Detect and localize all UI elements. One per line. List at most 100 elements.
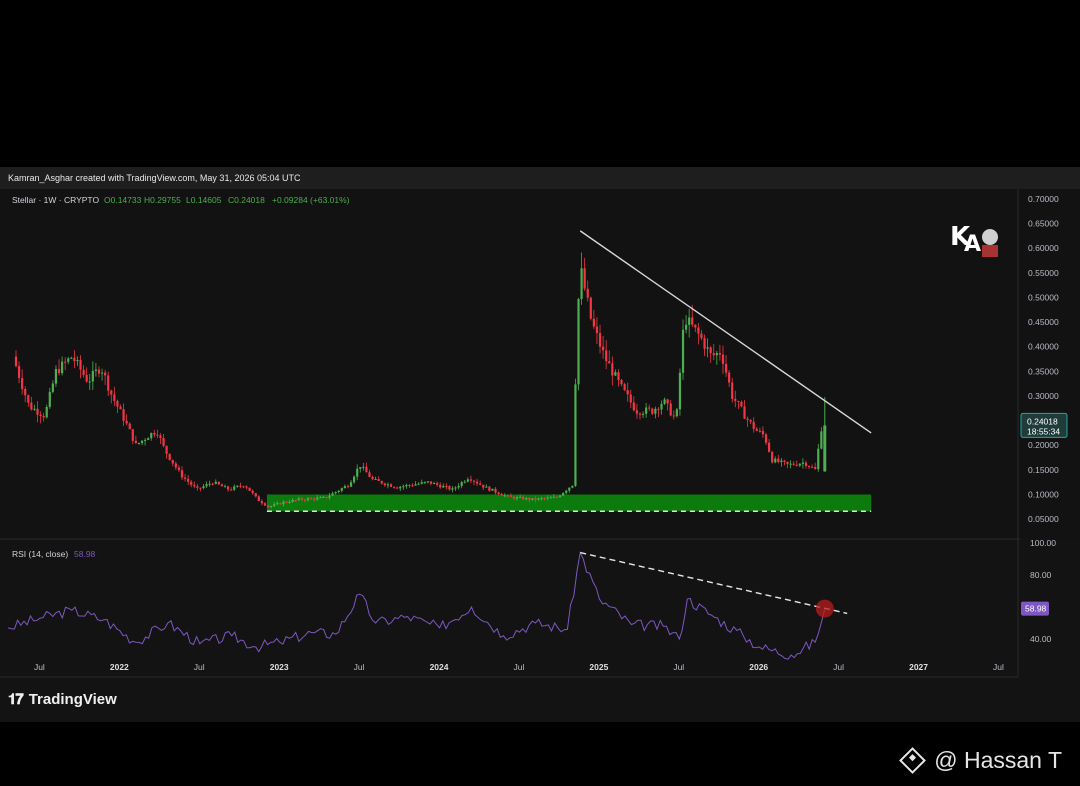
candle-body	[546, 497, 549, 499]
candle-body	[399, 486, 402, 489]
candle-body	[503, 495, 506, 497]
candle-body	[389, 484, 393, 487]
candle-body	[33, 408, 36, 410]
candle-body	[226, 486, 230, 490]
candle-body	[402, 486, 405, 488]
candle-body	[448, 486, 451, 490]
legend-item: Stellar · 1W · CRYPTO	[12, 195, 99, 205]
candle-body	[439, 484, 442, 488]
candle-body	[97, 369, 101, 374]
candle-body	[460, 482, 463, 487]
candle-body	[540, 498, 543, 500]
candle-body	[469, 479, 473, 481]
candle-body	[466, 479, 469, 482]
svg-text:A: A	[964, 232, 981, 257]
candle-body	[211, 483, 214, 485]
candle-body	[147, 438, 150, 440]
candle-body	[291, 499, 294, 503]
rsi-value: 58.98	[74, 549, 96, 559]
candle-body	[724, 363, 728, 373]
time-axis-tick: 2026	[749, 662, 768, 672]
candle-body	[574, 384, 577, 486]
candle-body	[260, 501, 264, 504]
candle-body	[353, 476, 356, 483]
price-badge-value: 0.24018	[1027, 416, 1058, 426]
time-axis-tick: Jul	[194, 662, 205, 672]
price-axis-tick: 0.50000	[1028, 292, 1059, 302]
candle-body	[328, 495, 331, 498]
price-axis-tick: 0.10000	[1028, 490, 1059, 500]
candle-body	[436, 483, 439, 485]
candle-body	[635, 410, 639, 414]
candle-body	[17, 366, 21, 379]
chart-canvas[interactable]: Stellar · 1W · CRYPTO O0.14733 H0.29755 L0.…	[0, 167, 1080, 722]
price-axis-tick: 0.65000	[1028, 218, 1059, 228]
candle-body	[233, 486, 236, 490]
candle-body	[131, 429, 134, 441]
candle-body	[688, 317, 691, 325]
candle-body	[737, 400, 740, 402]
candle-body	[322, 496, 325, 498]
rsi-axis-tick: 80.00	[1030, 570, 1052, 580]
candle-body	[297, 498, 300, 500]
time-axis-tick: Jul	[993, 662, 1004, 672]
candle-body	[165, 445, 168, 454]
candle-body	[463, 481, 466, 483]
candle-body	[580, 268, 583, 299]
candle-body	[651, 408, 654, 414]
candle-body	[475, 481, 479, 484]
rsi-label: RSI (14, close)	[12, 549, 68, 559]
candle-body	[208, 483, 211, 485]
price-axis-tick: 0.55000	[1028, 268, 1059, 278]
candle-body	[359, 467, 362, 469]
candle-body	[801, 462, 805, 464]
candle-body	[761, 430, 765, 435]
candle-body	[811, 466, 814, 468]
candle-body	[558, 495, 562, 498]
candle-body	[392, 486, 396, 488]
candle-body	[669, 403, 672, 416]
candle-body	[303, 499, 307, 501]
candle-body	[300, 498, 303, 500]
watermark-text: @ Hassan T	[934, 746, 1062, 773]
candle-body	[555, 496, 559, 498]
price-badge-countdown: 18:55:34	[1027, 426, 1060, 436]
candle-body	[110, 390, 113, 395]
candle-body	[137, 442, 141, 444]
candle-body	[740, 401, 743, 407]
candle-body	[807, 466, 811, 468]
rsi-highlight-circle	[815, 599, 834, 618]
candle-body	[598, 333, 602, 347]
candle-body	[377, 478, 380, 481]
candle-body	[220, 484, 224, 487]
candle-body	[798, 463, 801, 466]
candle-body	[565, 490, 568, 493]
candle-body	[709, 347, 712, 354]
tradingview-brand[interactable]: 𝟏𝟕 TradingView	[8, 687, 117, 711]
candle-body	[423, 481, 426, 483]
candle-body	[57, 368, 61, 374]
candle-body	[257, 496, 260, 502]
price-panel[interactable]	[0, 189, 1080, 539]
time-axis-tick: 2025	[589, 662, 608, 672]
candle-body	[672, 415, 675, 417]
candle-body	[645, 407, 648, 414]
candle-body	[107, 375, 110, 391]
candle-body	[629, 394, 632, 403]
candle-body	[731, 382, 734, 399]
candle-body	[641, 413, 645, 415]
rsi-trendline[interactable]	[580, 551, 848, 615]
candle-body	[51, 383, 54, 392]
candle-body	[349, 482, 353, 487]
candle-body	[595, 326, 599, 334]
candle-body	[777, 458, 780, 463]
candle-body	[140, 440, 144, 443]
candle-body	[764, 434, 768, 443]
candle-body	[500, 494, 503, 496]
rsi-axis-tick: 40.00	[1030, 634, 1052, 644]
candle-body	[586, 288, 589, 298]
candle-body	[168, 453, 171, 460]
candle-body	[45, 406, 48, 418]
candle-body	[82, 369, 85, 375]
candle-body	[14, 356, 18, 367]
